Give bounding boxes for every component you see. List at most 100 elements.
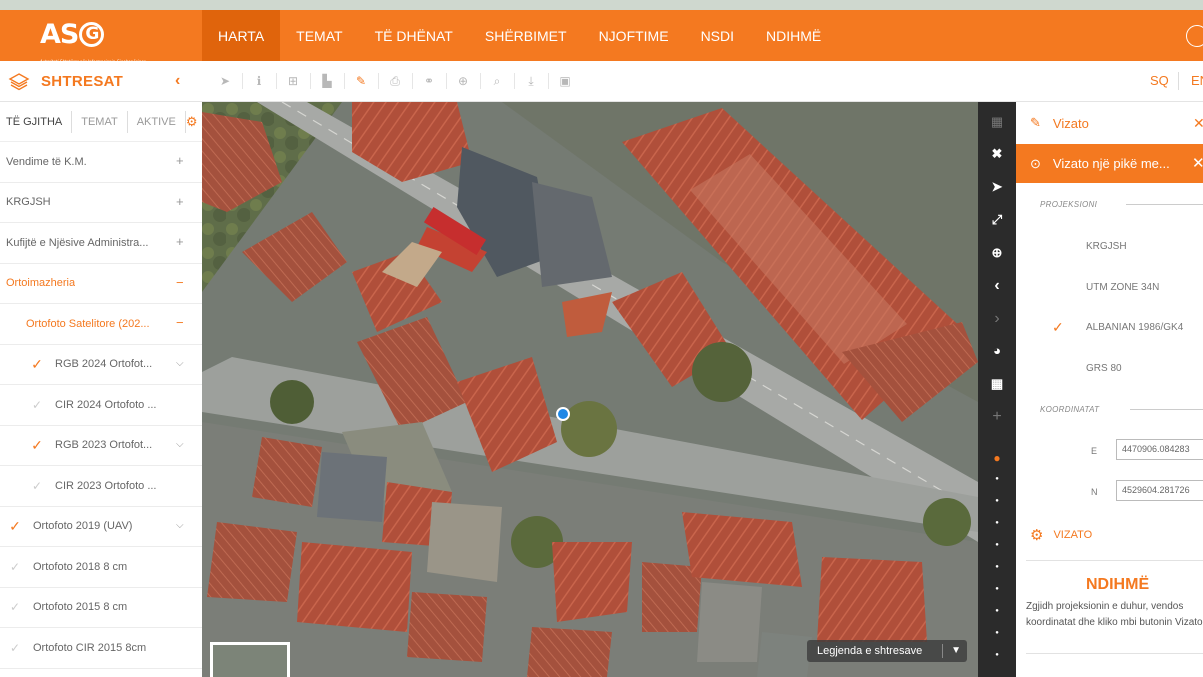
globe-icon[interactable]: ◕ [978,343,1016,358]
nav-item-sh-rbimet[interactable]: SHËRBIMET [469,10,583,61]
layer-row[interactable]: Ortofoto Satelitore (202... − [0,304,202,345]
layer-row[interactable]: ✓ Ortofoto 2019 (UAV) ⌵ [0,507,202,547]
zoom-step-icon[interactable]: ● [978,652,1016,658]
layer-label: RGB 2024 Ortofot... [55,358,153,371]
nav-item-nsdi[interactable]: NSDI [685,10,750,61]
tab-active[interactable]: AKTIVE [128,110,186,133]
chevron-down-icon[interactable]: ⌵ [176,358,184,369]
map-grid-icon[interactable]: ▦ [978,114,1016,130]
plus-circle-icon[interactable]: ⊕ [446,70,480,92]
draw-button[interactable]: ⚙ VIZATO [1030,526,1092,544]
lang-en[interactable]: EN [1191,73,1203,88]
check-icon[interactable]: ✓ [30,479,44,493]
app-window: ASGAutoriteti Shtetëror për Informacioni… [0,0,1203,677]
zoom-level-indicator-icon[interactable]: ● [978,451,1016,465]
easting-input[interactable]: 4470906.084283 [1116,439,1203,460]
check-icon[interactable]: ✓ [30,356,44,373]
layer-row[interactable]: ✓ Ortofoto CIR 2015 8cm [0,628,202,669]
orthophoto[interactable] [202,102,978,677]
zoom-in-icon[interactable]: + [978,408,1016,426]
locate-icon[interactable]: ➤ [978,179,1016,195]
layer-row[interactable]: Ortoimazheria − [0,264,202,304]
layer-row[interactable]: ✓ RGB 2024 Ortofot... ⌵ [0,345,202,385]
expand-icon[interactable]: + [176,234,184,249]
lang-sq[interactable]: SQ [1150,73,1169,88]
asig-logo[interactable]: ASGAutoriteti Shtetëror për Informacioni… [40,21,146,64]
nav-item-njoftime[interactable]: NJOFTIME [583,10,685,61]
zoom-step-icon[interactable]: ● [978,586,1016,592]
zoom-step-icon[interactable]: ● [978,520,1016,526]
search-icon[interactable]: ⌕ [480,70,514,92]
projection-option-utm[interactable]: UTM ZONE 34N [1086,282,1159,293]
layer-label: CIR 2023 Ortofoto ... [55,479,157,492]
top-stripe [0,0,1203,10]
check-icon[interactable]: ✓ [30,437,44,454]
projection-option-grs80[interactable]: GRS 80 [1086,363,1122,374]
layer-row[interactable]: ✓ CIR 2023 Ortofoto ... [0,466,202,507]
nav-item-harta[interactable]: HARTA [202,10,281,61]
basemap-grid-icon[interactable]: ▦ [978,376,1016,392]
link-icon[interactable]: ⚭ [412,70,446,92]
download-icon[interactable]: ⤓ [514,70,548,92]
projection-option-albanian[interactable]: ALBANIAN 1986/GK4 [1086,322,1183,333]
chevron-down-icon[interactable]: ⌵ [176,439,184,450]
zoom-step-icon[interactable]: ● [978,630,1016,636]
expand-icon[interactable]: + [176,194,184,209]
collapse-panel-icon[interactable]: ‹ [175,72,180,90]
projection-option-krgjsh[interactable]: KRGJSH [1086,241,1127,252]
forward-icon[interactable]: › [978,310,1016,328]
close-icon[interactable]: ✕ [1193,115,1203,132]
map-view[interactable]: Legjenda e shtresave ▼ [202,102,978,677]
expand-icon[interactable]: + [176,153,184,168]
pencil-icon: ✎ [1030,115,1041,130]
overview-map-thumbnail[interactable] [210,642,290,677]
zoom-step-icon[interactable]: ● [978,564,1016,570]
layer-label: Ortofoto 2015 8 cm [33,601,128,614]
layer-row[interactable]: ✓ CIR 2024 Ortofoto ... [0,385,202,426]
layer-row[interactable]: ✓ Ortofoto 2015 8 cm [0,588,202,628]
layer-row[interactable]: Kufijtë e Njësive Administra... + [0,223,202,264]
check-icon[interactable]: ✓ [8,600,22,614]
settings-gear-icon[interactable]: ⚙ [186,114,198,130]
layer-row[interactable]: Vendime të K.M. + [0,142,202,183]
layers-header[interactable]: SHTRESAT [8,61,123,102]
draw-point-header[interactable]: ⊙ Vizato një pikë me... ✕ [1016,144,1203,183]
chart-icon[interactable]: ▙ [310,70,344,92]
print-icon[interactable]: ⎙ [378,70,412,92]
check-icon[interactable]: ✓ [30,398,44,412]
check-icon[interactable]: ✓ [8,560,22,574]
layer-row[interactable]: ✓ Ortofoto 2018 8 cm [0,547,202,588]
layer-row[interactable]: ✓ RGB 2023 Ortofot... ⌵ [0,426,202,466]
nav-item-t-dh-nat[interactable]: TË DHËNAT [359,10,469,61]
full-extent-icon[interactable]: ✖ [978,146,1016,162]
legend-toggle-button[interactable]: Legjenda e shtresave ▼ [807,640,967,662]
user-icon[interactable] [1186,25,1203,47]
pointer-icon[interactable]: ➤ [208,70,242,92]
layer-row[interactable]: KRGJSH + [0,183,202,223]
northing-input[interactable]: 4529604.281726 [1116,480,1203,501]
close-icon[interactable]: ✕ [1192,154,1203,172]
edit-icon[interactable]: ✎ [344,70,378,92]
nav-item-ndihm-[interactable]: NDIHMË [750,10,837,61]
collapse-icon[interactable]: − [176,315,184,330]
tab-themes[interactable]: TEMAT [72,110,128,133]
check-icon[interactable]: ✓ [8,518,22,535]
help-title: NDIHMË [1086,576,1150,593]
chevron-down-icon[interactable]: ⌵ [176,520,184,531]
image-icon[interactable]: ▣ [548,70,582,92]
add-layer-icon[interactable]: ⊞ [276,70,310,92]
fullscreen-icon[interactable]: ⤢ [978,212,1016,228]
map-tools-strip: ▦ ✖ ➤ ⤢ ⊕ ‹ › ◕ ▦ + ● ● ● ● ● ● ● ● ● ● [978,102,1016,677]
location-marker[interactable] [556,407,570,421]
tab-all[interactable]: TË GJITHA [0,110,73,133]
back-icon[interactable]: ‹ [978,277,1016,295]
zoom-step-icon[interactable]: ● [978,542,1016,548]
zoom-step-icon[interactable]: ● [978,476,1016,482]
zoom-area-icon[interactable]: ⊕ [978,245,1016,261]
nav-item-temat[interactable]: TEMAT [280,10,358,61]
info-icon[interactable]: ℹ [242,70,276,92]
check-icon[interactable]: ✓ [8,641,22,655]
zoom-step-icon[interactable]: ● [978,498,1016,504]
zoom-step-icon[interactable]: ● [978,608,1016,614]
collapse-icon[interactable]: − [176,275,184,290]
